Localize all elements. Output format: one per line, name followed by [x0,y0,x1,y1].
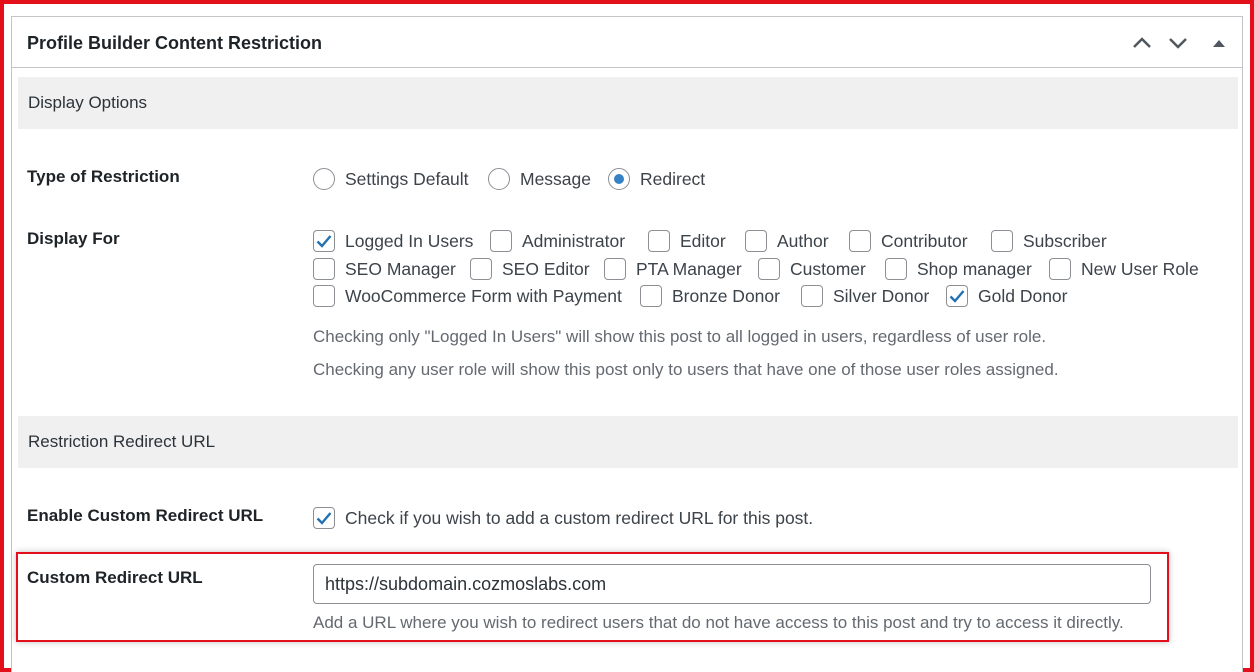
content-restriction-metabox: Profile Builder Content Restriction Disp… [11,16,1243,672]
role-checkbox[interactable] [991,230,1013,252]
checkbox-label: Author [777,230,829,251]
role-checkbox[interactable] [885,258,907,280]
checkbox-label: Subscriber [1023,230,1107,251]
radio-label: Message [520,168,592,189]
role-checkbox[interactable] [313,230,335,252]
custom-redirect-url-help: Add a URL where you wish to redirect use… [313,613,1124,632]
move-down-icon[interactable] [1165,30,1191,56]
display-for-option-customer[interactable]: Customer [758,258,866,280]
display-for-option-editor[interactable]: Editor [648,230,726,252]
redirect-url-section-header: Restriction Redirect URL [18,416,1238,468]
display-for-option-gold-donor[interactable]: Gold Donor [946,285,1068,307]
checkbox-label: Contributor [881,230,968,251]
display-for-option-shop-manager[interactable]: Shop manager [885,258,1032,280]
enable-custom-redirect-checkbox[interactable] [313,507,335,529]
role-checkbox[interactable] [313,258,335,280]
section-title: Restriction Redirect URL [28,432,216,451]
checkbox-label: Shop manager [917,258,1032,279]
checkbox-label: Bronze Donor [672,285,780,306]
restriction-settings-default-radio[interactable]: Settings Default [313,168,469,190]
role-checkbox[interactable] [313,285,335,307]
move-up-icon[interactable] [1129,30,1155,56]
checkbox-label: Editor [680,230,726,251]
checkbox-label: Customer [790,258,866,279]
display-for-option-silver-donor[interactable]: Silver Donor [801,285,929,307]
display-for-help-logged-in: Checking only "Logged In Users" will sho… [313,327,1047,346]
display-for-option-pta-manager[interactable]: PTA Manager [604,258,742,280]
checkbox-label: Logged In Users [345,230,474,251]
role-checkbox[interactable] [1049,258,1071,280]
display-for-option-contributor[interactable]: Contributor [849,230,968,252]
display-for-option-administrator[interactable]: Administrator [490,230,625,252]
role-checkbox[interactable] [648,230,670,252]
restriction-message-radio[interactable]: Message [488,168,591,190]
metabox-header: Profile Builder Content Restriction [12,17,1242,68]
collapse-toggle-icon[interactable] [1206,30,1232,56]
role-checkbox[interactable] [758,258,780,280]
display-for-option-subscriber[interactable]: Subscriber [991,230,1107,252]
checkbox-label: SEO Manager [345,258,456,279]
role-checkbox[interactable] [604,258,626,280]
display-for-label: Display For [27,229,120,248]
role-checkbox[interactable] [849,230,871,252]
role-checkbox[interactable] [640,285,662,307]
radio-button[interactable] [608,168,630,190]
checkbox-label: WooCommerce Form with Payment [345,285,622,306]
radio-label: Redirect [640,168,706,189]
custom-redirect-url-label: Custom Redirect URL [27,568,203,587]
custom-redirect-url-input[interactable] [313,564,1151,604]
display-for-option-bronze-donor[interactable]: Bronze Donor [640,285,780,307]
display-for-option-woocommerce-form-with-payment[interactable]: WooCommerce Form with Payment [313,285,622,307]
display-for-help-roles: Checking any user role will show this po… [313,360,1059,379]
radio-button[interactable] [313,168,335,190]
metabox-title: Profile Builder Content Restriction [27,33,323,53]
checkbox-label: New User Role [1081,258,1199,279]
role-checkbox[interactable] [801,285,823,307]
radio-label: Settings Default [345,168,469,189]
display-for-option-logged-in-users[interactable]: Logged In Users [313,230,473,252]
display-for-option-new-user-role[interactable]: New User Role [1049,258,1199,280]
checkbox-label: Gold Donor [978,285,1068,306]
enable-custom-redirect-label: Enable Custom Redirect URL [27,506,264,525]
type-of-restriction-label: Type of Restriction [27,167,180,186]
display-for-option-seo-editor[interactable]: SEO Editor [470,258,590,280]
section-title: Display Options [28,93,148,112]
role-checkbox[interactable] [745,230,767,252]
checkbox-label: Check if you wish to add a custom redire… [345,507,814,528]
restriction-redirect-radio[interactable]: Redirect [608,168,705,190]
checkbox-label: Silver Donor [833,285,930,306]
role-checkbox[interactable] [470,258,492,280]
display-for-option-author[interactable]: Author [745,230,829,252]
enable-custom-redirect-option[interactable]: Check if you wish to add a custom redire… [313,507,813,529]
display-options-section-header: Display Options [18,77,1238,129]
radio-button[interactable] [488,168,510,190]
checkbox-label: SEO Editor [502,258,590,279]
checkbox-label: Administrator [522,230,626,251]
checkbox-label: PTA Manager [636,258,742,279]
role-checkbox[interactable] [946,285,968,307]
display-for-option-seo-manager[interactable]: SEO Manager [313,258,456,280]
role-checkbox[interactable] [490,230,512,252]
